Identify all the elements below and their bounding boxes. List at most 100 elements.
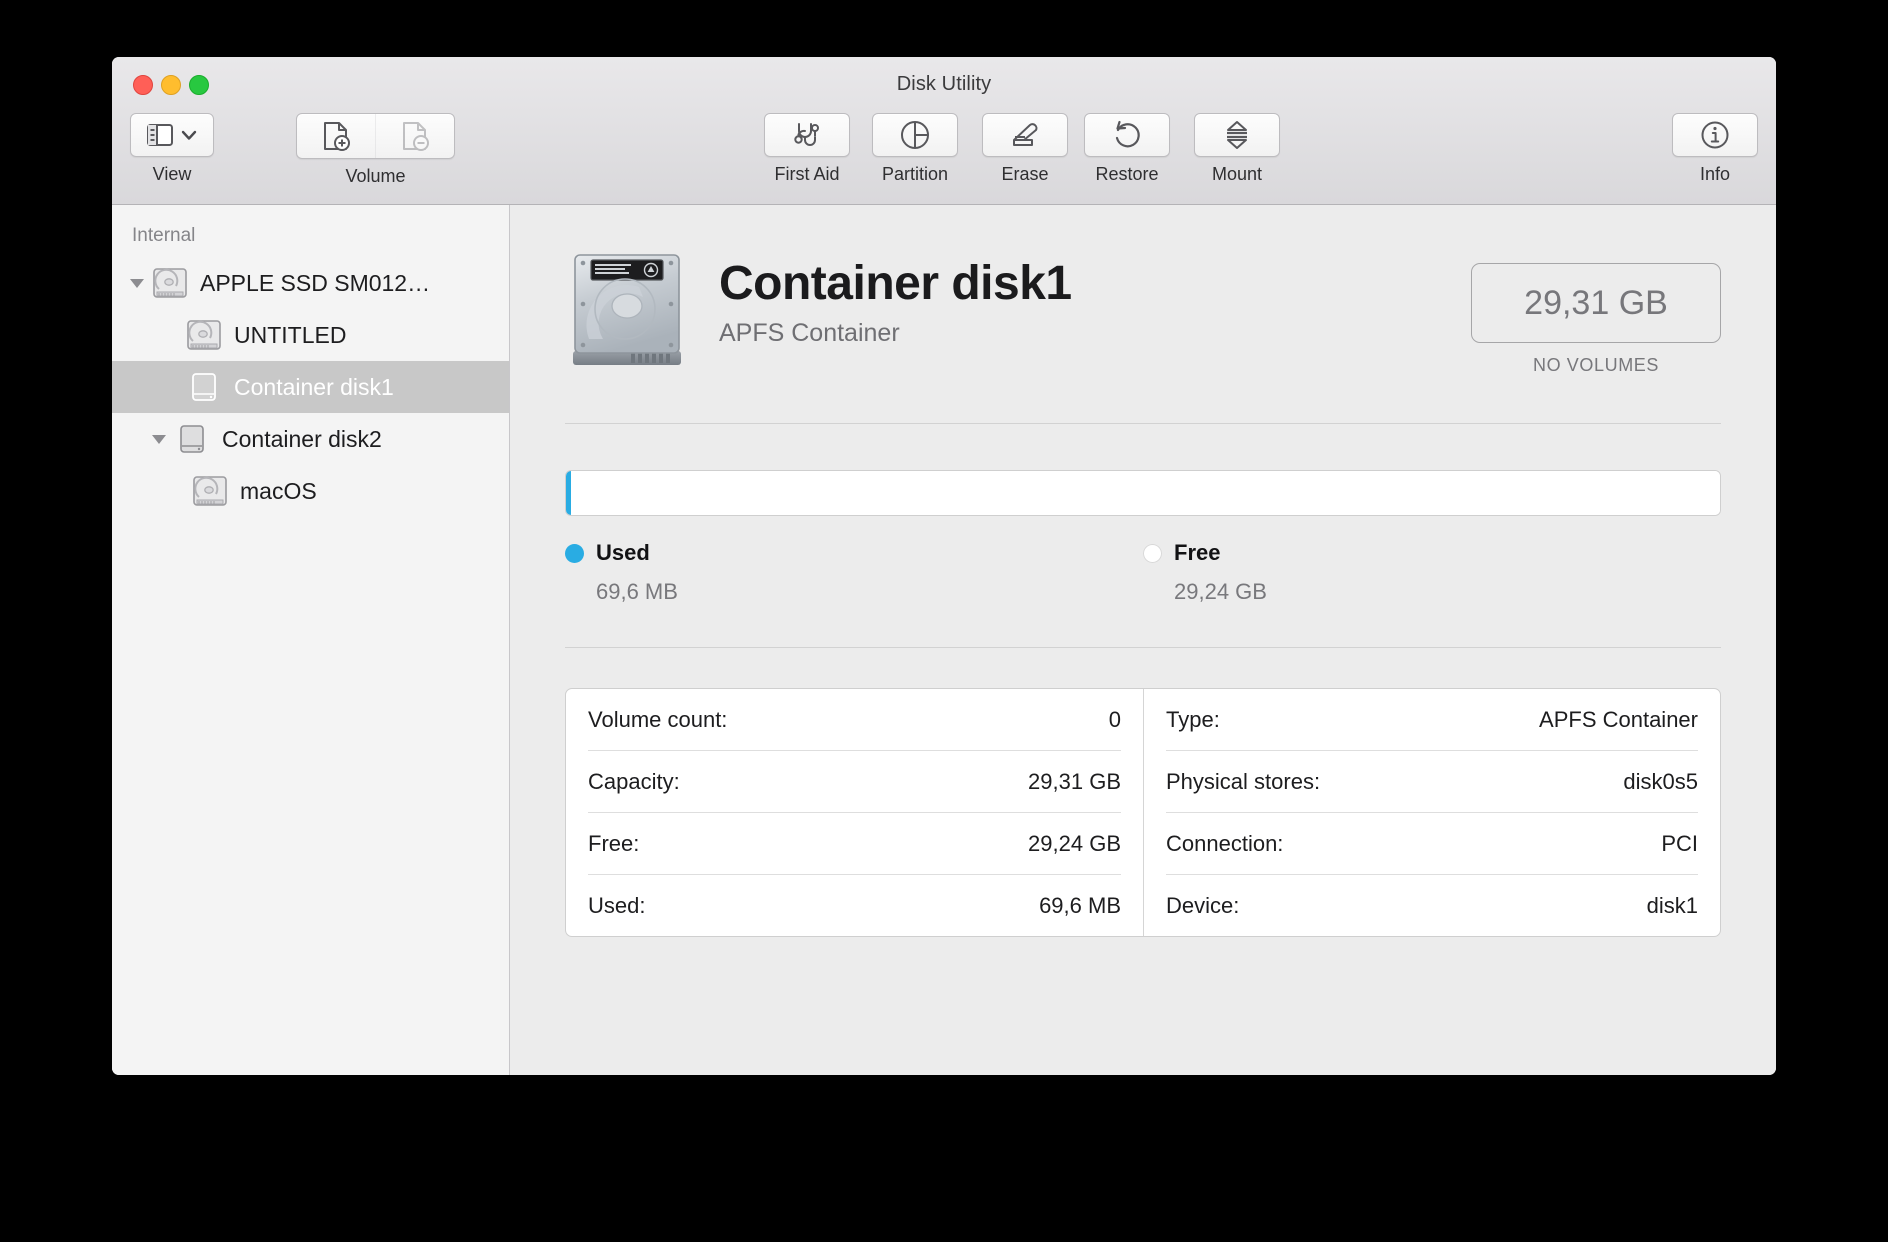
sidebar-item-apple-ssd[interactable]: APPLE SSD SM012… bbox=[112, 257, 509, 309]
detail-value: 0 bbox=[1108, 706, 1121, 732]
legend-label-used: Used bbox=[596, 540, 650, 565]
disk-utility-window: Disk Utility View Volume First Aid Parti… bbox=[112, 57, 1776, 1075]
disclosure-triangle-icon[interactable] bbox=[146, 433, 172, 445]
legend-label-free: Free bbox=[1174, 540, 1221, 565]
first-aid-button[interactable] bbox=[764, 113, 850, 157]
toolbar-label-first-aid: First Aid bbox=[774, 164, 840, 184]
window-title: Disk Utility bbox=[896, 73, 992, 95]
capacity-caption: NO VOLUMES bbox=[1532, 355, 1660, 375]
info-circle-icon bbox=[1700, 120, 1730, 150]
internal-disk-icon bbox=[184, 319, 224, 351]
volume-remove-icon bbox=[401, 121, 429, 151]
chevron-down-icon bbox=[181, 130, 197, 141]
table-row: Type: APFS Container bbox=[1166, 689, 1698, 751]
toolbar-group-volume: Volume bbox=[296, 113, 455, 187]
detail-value: 29,31 GB bbox=[1028, 768, 1121, 794]
sidebar-item-label: Container disk2 bbox=[222, 425, 382, 452]
detail-key: Type: bbox=[1166, 706, 1220, 732]
sidebar: Internal APPLE SSD SM012… UNTITLED Conta… bbox=[112, 205, 510, 1075]
table-row: Connection: PCI bbox=[1166, 813, 1698, 875]
toolbar-label-mount: Mount bbox=[1211, 164, 1263, 184]
sidebar-item-untitled[interactable]: UNTITLED bbox=[112, 309, 509, 361]
details-column-left: Volume count: 0 Capacity: 29,31 GB Free:… bbox=[566, 689, 1143, 936]
detail-key: Volume count: bbox=[588, 706, 728, 732]
pie-chart-icon bbox=[900, 120, 930, 150]
usage-bar bbox=[565, 470, 1721, 516]
detail-key: Physical stores: bbox=[1166, 768, 1321, 794]
sidebar-item-container-disk1[interactable]: Container disk1 bbox=[112, 361, 509, 413]
toolbar-group-partition: Partition bbox=[872, 113, 958, 185]
mount-button[interactable] bbox=[1194, 113, 1280, 157]
toolbar-group-info: Info bbox=[1672, 113, 1758, 185]
toolbar-label-restore: Restore bbox=[1095, 164, 1159, 184]
usage-section: Used 69,6 MB Free 29,24 GB bbox=[565, 470, 1721, 605]
legend-item-free: Free 29,24 GB bbox=[1143, 540, 1721, 605]
disk-header: Container disk1 APFS Container 29,31 GB … bbox=[565, 205, 1721, 376]
hard-drive-icon bbox=[565, 247, 689, 371]
table-row: Volume count: 0 bbox=[588, 689, 1121, 751]
details-column-right: Type: APFS Container Physical stores: di… bbox=[1143, 689, 1720, 936]
usage-legend: Used 69,6 MB Free 29,24 GB bbox=[565, 540, 1721, 605]
detail-key: Free: bbox=[588, 830, 640, 856]
erase-icon bbox=[1010, 120, 1040, 150]
table-row: Free: 29,24 GB bbox=[588, 813, 1121, 875]
view-options-button[interactable] bbox=[130, 113, 214, 157]
sidebar-item-label: UNTITLED bbox=[234, 321, 347, 348]
legend-dot-used bbox=[565, 543, 584, 563]
sidebar-view-icon bbox=[147, 124, 173, 146]
sidebar-item-container-disk2[interactable]: Container disk2 bbox=[112, 413, 509, 465]
divider-top bbox=[565, 423, 1721, 424]
toolbar-group-mount: Mount bbox=[1194, 113, 1280, 185]
toolbar-group-restore: Restore bbox=[1084, 113, 1170, 185]
capacity-block: 29,31 GB NO VOLUMES bbox=[1471, 247, 1721, 376]
detail-value: disk1 bbox=[1646, 892, 1698, 918]
legend-dot-free bbox=[1143, 543, 1162, 563]
detail-value: APFS Container bbox=[1539, 706, 1698, 732]
detail-key: Used: bbox=[588, 892, 646, 918]
toolbar-label-volume: Volume bbox=[345, 166, 406, 186]
toolbar-group-erase: Erase bbox=[982, 113, 1068, 185]
info-button[interactable] bbox=[1672, 113, 1758, 157]
sidebar-item-label: macOS bbox=[240, 477, 317, 504]
container-disk-icon bbox=[172, 423, 212, 455]
remove-volume-button[interactable] bbox=[375, 114, 454, 158]
detail-value: PCI bbox=[1661, 830, 1698, 856]
toolbar-label-erase: Erase bbox=[1001, 164, 1049, 184]
restore-button[interactable] bbox=[1084, 113, 1170, 157]
disk-subtitle: APFS Container bbox=[719, 319, 900, 348]
toolbar-label-view: View bbox=[152, 164, 192, 184]
sidebar-item-macos[interactable]: macOS bbox=[112, 465, 509, 517]
window-body: Internal APPLE SSD SM012… UNTITLED Conta… bbox=[112, 205, 1776, 1075]
table-row: Device: disk1 bbox=[1166, 875, 1698, 936]
titlebar: Disk Utility View Volume First Aid Parti… bbox=[112, 57, 1776, 205]
table-row: Used: 69,6 MB bbox=[588, 875, 1121, 936]
legend-value-free: 29,24 GB bbox=[1174, 579, 1267, 604]
detail-key: Capacity: bbox=[588, 768, 680, 794]
detail-key: Device: bbox=[1166, 892, 1240, 918]
partition-button[interactable] bbox=[872, 113, 958, 157]
details-table: Volume count: 0 Capacity: 29,31 GB Free:… bbox=[565, 688, 1721, 937]
detail-value: 69,6 MB bbox=[1039, 892, 1121, 918]
volume-segmented-control bbox=[296, 113, 455, 159]
internal-disk-icon bbox=[150, 267, 190, 299]
toolbar-group-view: View bbox=[130, 113, 214, 185]
toolbar-label-partition: Partition bbox=[881, 164, 949, 184]
page-title: Container disk1 bbox=[719, 257, 1072, 310]
disk-titles: Container disk1 APFS Container bbox=[719, 247, 1471, 348]
toolbar-group-first-aid: First Aid bbox=[764, 113, 850, 185]
sidebar-item-label: Container disk1 bbox=[234, 373, 394, 400]
internal-disk-icon bbox=[190, 475, 230, 507]
erase-button[interactable] bbox=[982, 113, 1068, 157]
detail-key: Connection: bbox=[1166, 830, 1284, 856]
container-disk-icon bbox=[184, 371, 224, 403]
volume-add-icon bbox=[322, 121, 350, 151]
sidebar-section-internal: Internal bbox=[132, 225, 196, 246]
add-volume-button[interactable] bbox=[297, 114, 375, 158]
disclosure-triangle-icon[interactable] bbox=[124, 277, 150, 289]
table-row: Capacity: 29,31 GB bbox=[588, 751, 1121, 813]
main-pane: Container disk1 APFS Container 29,31 GB … bbox=[510, 205, 1776, 1075]
legend-value-used: 69,6 MB bbox=[596, 579, 678, 604]
usage-bar-free-segment bbox=[571, 471, 1720, 515]
detail-value: 29,24 GB bbox=[1028, 830, 1121, 856]
sidebar-item-label: APPLE SSD SM012… bbox=[200, 269, 431, 296]
